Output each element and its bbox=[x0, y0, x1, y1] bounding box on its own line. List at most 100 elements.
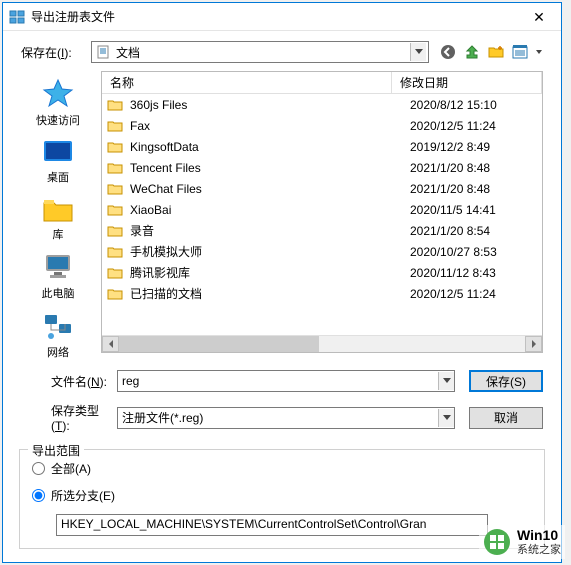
filetype-value: 注册文件(*.reg) bbox=[122, 409, 438, 426]
desktop-icon bbox=[42, 138, 74, 166]
file-date: 2020/12/5 11:24 bbox=[410, 287, 542, 301]
back-button[interactable] bbox=[439, 43, 457, 61]
file-row[interactable]: Fax2020/12/5 11:24 bbox=[102, 115, 542, 136]
new-folder-button[interactable] bbox=[487, 43, 505, 61]
file-row[interactable]: 360js Files2020/8/12 15:10 bbox=[102, 94, 542, 115]
file-name: WeChat Files bbox=[130, 182, 410, 196]
file-name: Fax bbox=[130, 119, 410, 133]
folder-icon bbox=[106, 222, 124, 240]
folder-icon bbox=[106, 285, 124, 303]
file-list[interactable]: 360js Files2020/8/12 15:10Fax2020/12/5 1… bbox=[102, 94, 542, 335]
sidebar-item-label: 桌面 bbox=[47, 169, 69, 185]
sidebar-item-network[interactable]: 网络 bbox=[42, 311, 74, 360]
file-row[interactable]: 录音2021/1/20 8:54 bbox=[102, 220, 542, 241]
watermark: Win10系统之家 bbox=[479, 525, 565, 559]
scroll-thumb[interactable] bbox=[119, 336, 319, 352]
filetype-combobox[interactable]: 注册文件(*.reg) bbox=[117, 407, 455, 429]
export-scope-fieldset: 导出范围 全部(A) 所选分支(E) HKEY_LOCAL_MACHINE\SY… bbox=[19, 449, 545, 549]
filetype-row: 保存类型(T): 注册文件(*.reg) 取消 bbox=[21, 402, 543, 433]
sidebar-item-quick-access[interactable]: 快速访问 bbox=[36, 77, 80, 128]
file-row[interactable]: 手机模拟大师2020/10/27 8:53 bbox=[102, 241, 542, 262]
export-registry-dialog: 导出注册表文件 ✕ 保存在(I): 文档 bbox=[2, 2, 562, 563]
folder-icon bbox=[106, 264, 124, 282]
file-list-area: 名称 修改日期 360js Files2020/8/12 15:10Fax202… bbox=[101, 71, 543, 353]
file-row[interactable]: Tencent Files2021/1/20 8:48 bbox=[102, 157, 542, 178]
win10-logo-icon bbox=[483, 528, 511, 556]
chevron-down-icon[interactable] bbox=[438, 409, 454, 427]
file-date: 2020/10/27 8:53 bbox=[410, 245, 542, 259]
file-date: 2020/12/5 11:24 bbox=[410, 119, 542, 133]
file-name: KingsoftData bbox=[130, 140, 410, 154]
folder-icon bbox=[106, 159, 124, 177]
toolbar bbox=[439, 43, 543, 61]
horizontal-scrollbar[interactable] bbox=[102, 335, 542, 352]
file-name: 腾讯影视库 bbox=[130, 264, 410, 281]
folder-icon bbox=[106, 180, 124, 198]
export-scope-legend: 导出范围 bbox=[28, 442, 84, 459]
radio-all[interactable] bbox=[32, 462, 45, 475]
chevron-down-icon[interactable] bbox=[438, 372, 454, 390]
filename-input[interactable]: reg bbox=[117, 370, 455, 392]
file-date: 2020/11/5 14:41 bbox=[410, 203, 542, 217]
sidebar-item-label: 此电脑 bbox=[42, 285, 75, 301]
branch-path-input[interactable]: HKEY_LOCAL_MACHINE\SYSTEM\CurrentControl… bbox=[56, 514, 488, 536]
quick-access-icon bbox=[42, 77, 74, 109]
cancel-button[interactable]: 取消 bbox=[469, 407, 543, 429]
column-header-name[interactable]: 名称 bbox=[102, 72, 392, 93]
save-button[interactable]: 保存(S) bbox=[469, 370, 543, 392]
radio-selected[interactable] bbox=[32, 489, 45, 502]
folder-icon bbox=[106, 201, 124, 219]
sidebar-item-desktop[interactable]: 桌面 bbox=[42, 138, 74, 185]
file-date: 2020/11/12 8:43 bbox=[410, 266, 542, 280]
view-dropdown[interactable] bbox=[535, 50, 543, 54]
file-date: 2019/12/2 8:49 bbox=[410, 140, 542, 154]
sidebar-item-label: 库 bbox=[53, 226, 64, 242]
file-date: 2021/1/20 8:48 bbox=[410, 182, 542, 196]
view-button[interactable] bbox=[511, 43, 529, 61]
filetype-label: 保存类型(T): bbox=[21, 402, 117, 433]
watermark-text: Win10系统之家 bbox=[517, 527, 561, 557]
savein-combobox[interactable]: 文档 bbox=[91, 41, 429, 63]
up-button[interactable] bbox=[463, 43, 481, 61]
column-header-date[interactable]: 修改日期 bbox=[392, 72, 542, 93]
sidebar-item-libraries[interactable]: 库 bbox=[42, 195, 74, 242]
file-list-header: 名称 修改日期 bbox=[102, 72, 542, 94]
savein-label: 保存在(I): bbox=[21, 44, 91, 61]
window-title: 导出注册表文件 bbox=[31, 8, 519, 25]
file-name: XiaoBai bbox=[130, 203, 410, 217]
savein-row: 保存在(I): 文档 bbox=[21, 41, 543, 63]
close-button[interactable]: ✕ bbox=[519, 4, 559, 30]
titlebar[interactable]: 导出注册表文件 ✕ bbox=[3, 3, 561, 31]
filename-label: 文件名(N): bbox=[21, 373, 117, 390]
registry-icon bbox=[9, 9, 25, 25]
file-name: 360js Files bbox=[130, 98, 410, 112]
file-row[interactable]: XiaoBai2020/11/5 14:41 bbox=[102, 199, 542, 220]
sidebar-item-label: 快速访问 bbox=[36, 112, 80, 128]
filename-value: reg bbox=[122, 374, 438, 388]
chevron-down-icon[interactable] bbox=[410, 43, 426, 61]
file-row[interactable]: KingsoftData2019/12/2 8:49 bbox=[102, 136, 542, 157]
file-row[interactable]: WeChat Files2021/1/20 8:48 bbox=[102, 178, 542, 199]
radio-all-row[interactable]: 全部(A) bbox=[32, 460, 532, 477]
file-row[interactable]: 已扫描的文档2020/12/5 11:24 bbox=[102, 283, 542, 304]
savein-value: 文档 bbox=[116, 44, 140, 61]
file-name: Tencent Files bbox=[130, 161, 410, 175]
folder-icon bbox=[106, 138, 124, 156]
documents-icon bbox=[96, 44, 112, 60]
file-name: 手机模拟大师 bbox=[130, 243, 410, 260]
folder-icon bbox=[106, 243, 124, 261]
this-pc-icon bbox=[42, 252, 74, 282]
file-date: 2021/1/20 8:48 bbox=[410, 161, 542, 175]
file-row[interactable]: 腾讯影视库2020/11/12 8:43 bbox=[102, 262, 542, 283]
scroll-right-button[interactable] bbox=[525, 336, 542, 352]
radio-selected-row[interactable]: 所选分支(E) bbox=[32, 487, 532, 504]
file-name: 录音 bbox=[130, 222, 410, 239]
scroll-left-button[interactable] bbox=[102, 336, 119, 352]
close-icon: ✕ bbox=[533, 10, 545, 24]
folder-icon bbox=[106, 117, 124, 135]
dialog-body: 保存在(I): 文档 快速访问 bbox=[3, 31, 561, 439]
filename-row: 文件名(N): reg 保存(S) bbox=[21, 370, 543, 392]
network-icon bbox=[42, 311, 74, 341]
sidebar-item-this-pc[interactable]: 此电脑 bbox=[42, 252, 75, 301]
scroll-track[interactable] bbox=[119, 336, 525, 352]
